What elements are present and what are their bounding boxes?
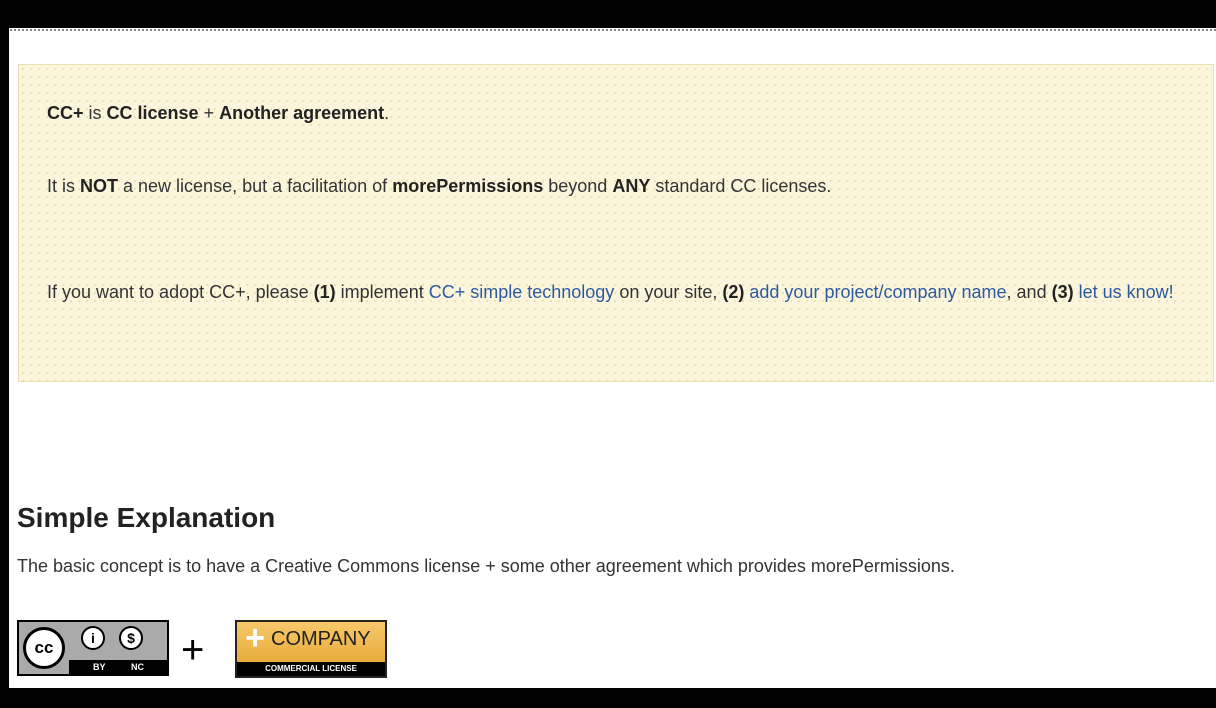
text: , and — [1006, 282, 1052, 302]
commercial-license-label: COMMERCIAL LICENSE — [237, 662, 385, 676]
by-label: BY — [93, 662, 106, 672]
let-us-know-link[interactable]: let us know! — [1079, 282, 1174, 302]
notice-box: CC+ is CC license + Another agreement. I… — [18, 64, 1214, 382]
text: a new license, but a facilitation of — [118, 176, 393, 196]
any-emphasis: ANY — [612, 176, 651, 196]
notice-paragraph-1: CC+ is CC license + Another agreement. — [47, 98, 1197, 129]
plus-symbol: + — [181, 628, 205, 672]
text: . — [384, 103, 390, 123]
another-agreement-term: Another agreement — [219, 103, 385, 123]
text: If you want to adopt CC+, please — [47, 282, 314, 302]
text: + — [198, 103, 220, 123]
cc-plus-simple-technology-link[interactable]: CC+ simple technology — [429, 282, 615, 302]
notice-paragraph-3: If you want to adopt CC+, please (1) imp… — [47, 277, 1197, 308]
badge-strip: BY NC — [69, 660, 167, 674]
noncommercial-icon: $ — [119, 626, 143, 650]
section-description: The basic concept is to have a Creative … — [17, 556, 955, 576]
step-2-label: (2) — [722, 282, 745, 302]
not-emphasis: NOT — [80, 176, 119, 196]
notice-paragraph-2: It is NOT a new license, but a facilitat… — [47, 171, 1197, 202]
text: on your site, — [614, 282, 723, 302]
nc-label: NC — [131, 662, 144, 672]
cc-plus-term: CC+ — [47, 103, 84, 123]
morepermissions-term: morePermissions — [392, 176, 544, 196]
text: It is — [47, 176, 81, 196]
text: standard CC licenses. — [650, 176, 832, 196]
text: is — [83, 103, 107, 123]
page-content: CC+ is CC license + Another agreement. I… — [9, 28, 1216, 688]
plus-icon: + — [245, 619, 265, 657]
cc-by-nc-badge[interactable]: cc i $ BY NC — [17, 620, 169, 676]
attribution-icon: i — [81, 626, 105, 650]
cc-license-term: CC license — [106, 103, 199, 123]
company-label: COMPANY — [271, 628, 371, 650]
step-1-label: (1) — [313, 282, 336, 302]
step-3-label: (3) — [1051, 282, 1074, 302]
text: beyond — [543, 176, 613, 196]
text: implement — [335, 282, 429, 302]
cc-logo-icon: cc — [23, 627, 65, 669]
add-project-company-name-link[interactable]: add your project/company name — [749, 282, 1006, 302]
section-title: Simple Explanation — [17, 502, 276, 533]
company-commercial-license-badge[interactable]: + COMPANY COMMERCIAL LICENSE — [235, 620, 387, 678]
